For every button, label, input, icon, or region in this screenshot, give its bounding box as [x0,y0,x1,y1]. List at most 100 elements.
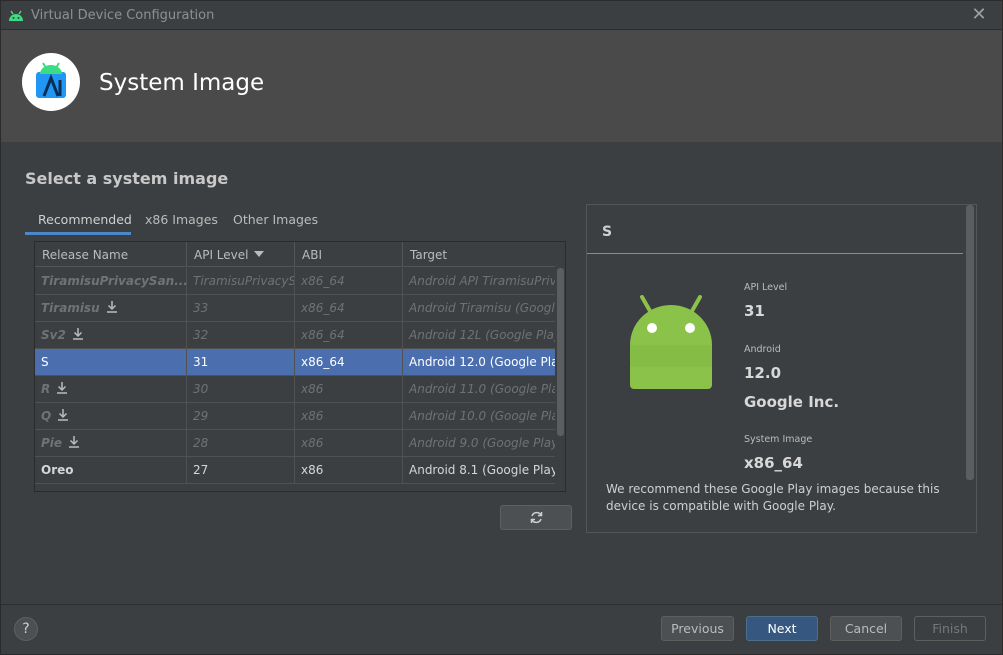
download-icon[interactable] [106,301,118,313]
release-cell: Oreo [35,457,187,483]
api-level-value: 31 [744,302,765,320]
abi-cell: x86 [295,403,403,429]
download-icon[interactable] [56,382,68,394]
release-cell: R [35,376,187,402]
cancel-button[interactable]: Cancel [830,616,902,641]
table-row[interactable]: Sv2 32 x86_64 Android 12L (Google Play) [35,322,555,349]
release-cell: S [35,349,187,375]
android-studio-icon [9,10,23,21]
system-image-value: x86_64 [744,454,803,472]
finish-button[interactable]: Finish [914,616,986,641]
table-body: TiramisuPrivacySan... TiramisuPrivacySan… [35,268,555,484]
api-cell: 32 [187,322,295,348]
abi-cell: x86_64 [295,322,403,348]
download-icon[interactable] [68,436,80,448]
footer-divider [1,604,1002,605]
abi-cell: x86_64 [295,268,403,294]
release-cell: Pie [35,430,187,456]
table-row-selected[interactable]: S 31 x86_64 Android 12.0 (Google Play) [35,349,555,376]
tab-x86-images[interactable]: x86 Images [145,207,218,235]
target-cell: Android API TiramisuPrivac [409,274,555,288]
abi-cell: x86_64 [295,295,403,321]
release-name: Q [41,409,52,423]
details-divider [587,253,963,254]
target-cell: Android 10.0 (Google Play) [409,409,555,423]
wizard-header: System Image [1,30,1002,142]
recommendation-text: We recommend these Google Play images be… [606,482,940,513]
target-cell: Android 8.1 (Google Play) [409,463,555,477]
target-cell: Android 9.0 (Google Play) [409,436,555,450]
abi-cell: x86_64 [295,349,403,375]
api-cell: 30 [187,376,295,402]
column-api-level-label: API Level [194,248,249,262]
api-level-label: API Level [744,282,788,293]
abi-cell: x86 [295,457,403,483]
system-image-table: Release Name API Level ABI Target Tirami… [34,241,566,492]
previous-button[interactable]: Previous [661,616,734,641]
virtual-device-configuration-window: Virtual Device Configuration ✕ System Im… [0,0,1003,655]
table-header: Release Name API Level ABI Target [35,242,555,267]
title-bar: Virtual Device Configuration ✕ [1,1,1002,30]
android-label: Android [744,344,781,355]
table-row[interactable]: Oreo 27 x86 Android 8.1 (Google Play) [35,457,555,484]
abi-cell: x86 [295,430,403,456]
target-cell: Android Tiramisu (Google P [409,301,555,315]
system-image-info: System Image x86_64 [744,434,812,472]
release-cell: Q [35,403,187,429]
api-cell: 33 [187,295,295,321]
tab-other-images[interactable]: Other Images [233,207,318,235]
column-api-level[interactable]: API Level [187,242,295,267]
release-cell: Sv2 [35,322,187,348]
android-studio-logo-icon [36,62,66,98]
android-studio-logo [22,53,80,111]
table-scrollbar[interactable] [556,268,565,491]
download-icon[interactable] [72,328,84,340]
details-scrollbar[interactable] [966,205,974,480]
release-name: Sv2 [41,328,66,342]
target-cell: Android 11.0 (Google Play) [409,382,555,396]
page-title: System Image [99,70,265,96]
target-cell: Android 12L (Google Play) [409,328,555,342]
system-image-label: System Image [744,434,813,445]
close-icon[interactable]: ✕ [970,6,988,24]
abi-cell: x86 [295,376,403,402]
section-title: Select a system image [25,169,229,188]
target-cell: Android 12.0 (Google Play) [409,355,555,369]
column-target[interactable]: Target [403,242,555,267]
refresh-icon [530,511,543,524]
column-release-name[interactable]: Release Name [35,242,187,267]
table-row[interactable]: TiramisuPrivacySan... TiramisuPrivacySan… [35,268,555,295]
table-row[interactable]: R 30 x86 Android 11.0 (Google Play) [35,376,555,403]
sort-descending-icon [254,251,265,257]
release-cell: Tiramisu [35,295,187,321]
api-cell: 31 [187,349,295,375]
window-title: Virtual Device Configuration [31,8,215,23]
column-release-name-label: Release Name [42,248,129,262]
table-row[interactable]: Tiramisu 33 x86_64 Android Tiramisu (Goo… [35,295,555,322]
release-name: Tiramisu [41,301,100,315]
column-abi[interactable]: ABI [295,242,403,267]
column-target-label: Target [410,248,448,262]
next-button[interactable]: Next [746,616,818,641]
release-name: Pie [41,436,63,450]
api-cell: 28 [187,430,295,456]
api-cell: 29 [187,403,295,429]
release-name: R [41,382,51,396]
release-name: TiramisuPrivacySan... [41,274,187,288]
details-title: S [602,224,613,240]
column-abi-label: ABI [302,248,322,262]
release-cell: TiramisuPrivacySan... [35,268,187,294]
download-icon[interactable] [57,409,69,421]
image-details-panel: S API Level 31 Android 12.0 Google Inc. … [586,204,977,533]
api-level-info: API Level 31 [744,282,787,320]
android-version-info: Android 12.0 [744,344,781,382]
api-cell: TiramisuPrivacySan [187,268,295,294]
vendor-value: Google Inc. [744,393,840,411]
table-row[interactable]: Q 29 x86 Android 10.0 (Google Play) [35,403,555,430]
refresh-button[interactable] [500,505,572,530]
help-button[interactable]: ? [14,617,38,641]
tab-recommended[interactable]: Recommended [25,207,132,235]
table-scrollbar-thumb[interactable] [557,268,564,436]
android-version-value: 12.0 [744,364,782,382]
table-row[interactable]: Pie 28 x86 Android 9.0 (Google Play) [35,430,555,457]
